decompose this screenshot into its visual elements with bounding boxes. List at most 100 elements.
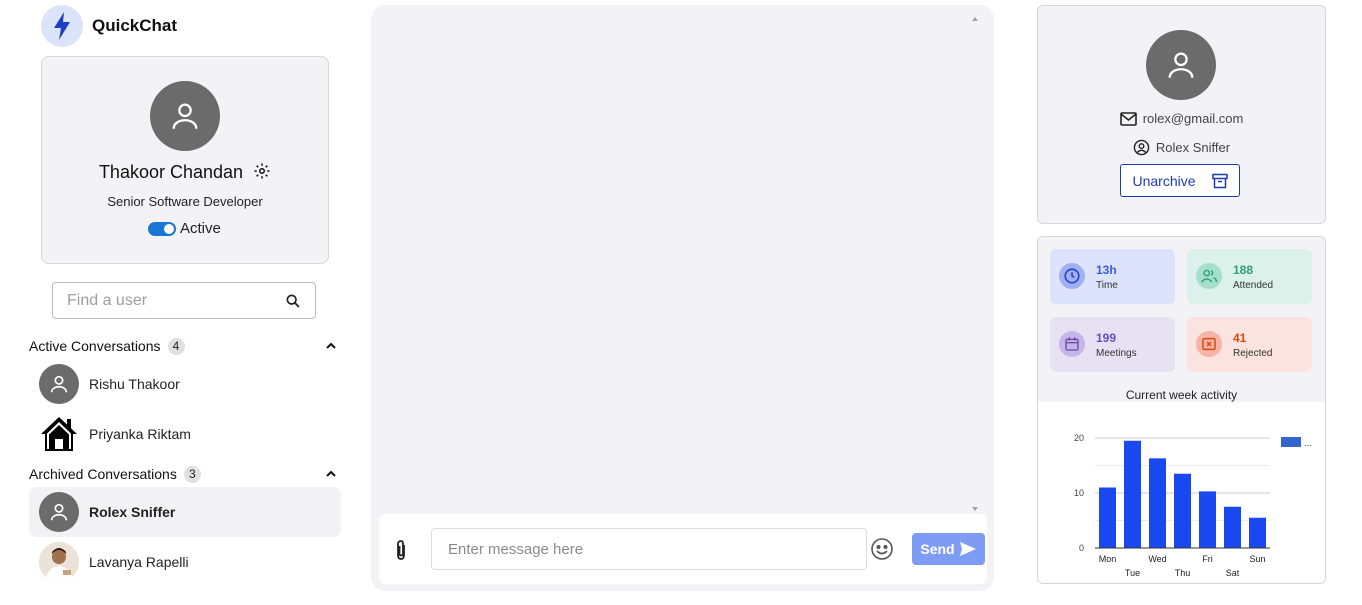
bar-sat (1224, 506, 1241, 548)
stats-card: 13h Time 188 Attended 199 Meetings 41 Re… (1037, 236, 1326, 584)
user-icon (50, 375, 68, 393)
conversation-item-selected[interactable]: Rolex Sniffer (29, 487, 341, 537)
stat-label: Time (1096, 280, 1118, 291)
house-icon (41, 417, 77, 451)
message-input[interactable] (448, 541, 848, 558)
chart-title: Current week activity (1125, 388, 1238, 402)
avatar-photo (39, 542, 79, 582)
avatar (39, 414, 79, 454)
stat-label: Attended (1233, 280, 1274, 291)
stat-value: 13h (1096, 263, 1117, 277)
activity-bar-chart: 0 10 20 Mon Tue Wed Thu Fri Sat Sun... (1074, 433, 1312, 578)
stat-meetings: 199 Meetings (1050, 317, 1175, 372)
email-row: rolex@gmail.com (1038, 111, 1325, 126)
user-icon (172, 103, 198, 129)
profile-name-row: Thakoor Chandan (42, 162, 328, 183)
send-icon (959, 542, 976, 556)
stat-label: Meetings (1096, 348, 1137, 359)
section-title: Active Conversations (29, 338, 161, 354)
scroll-down-icon[interactable] (970, 505, 980, 513)
profile-card: Thakoor Chandan Senior Software Develope… (41, 56, 329, 264)
legend-label: ... (1304, 438, 1312, 448)
chat-scrollbar[interactable] (970, 15, 980, 513)
x-tick-label: Thu (1175, 568, 1191, 578)
bar-fri (1199, 491, 1216, 548)
mail-icon (1119, 111, 1137, 126)
status-toggle[interactable] (148, 221, 176, 236)
contact-card: rolex@gmail.com Rolex Sniffer Unarchive (1037, 5, 1326, 224)
x-tick-label: Sat (1226, 568, 1240, 578)
status-label: Active (180, 220, 221, 237)
conversation-item[interactable]: Lavanya Rapelli (29, 537, 341, 587)
attachment-icon[interactable] (394, 539, 408, 561)
x-tick-label: Sun (1249, 554, 1265, 564)
stat-value: 199 (1096, 331, 1117, 345)
count-badge: 3 (183, 465, 201, 483)
avatar (39, 364, 79, 404)
avatar (39, 492, 79, 532)
bar-wed (1149, 458, 1166, 548)
message-composer: Send (379, 514, 987, 584)
message-input-box (431, 528, 867, 570)
app-logo (41, 5, 83, 47)
status-row: Active (148, 220, 221, 237)
count-badge: 4 (167, 337, 185, 355)
stat-attended: 188 Attended (1187, 249, 1312, 304)
gear-icon[interactable] (253, 162, 271, 180)
unarchive-label: Unarchive (1132, 172, 1196, 189)
bar-mon (1099, 487, 1116, 548)
conversation-item[interactable]: Rishu Thakoor (29, 359, 341, 409)
bar-tue (1124, 440, 1141, 548)
y-tick-label: 0 (1079, 543, 1084, 553)
x-tick-label: Wed (1148, 554, 1166, 564)
active-conversations-header[interactable]: Active Conversations 4 (29, 335, 341, 357)
chart-area: 0 10 20 Mon Tue Wed Thu Fri Sat Sun... (1038, 402, 1325, 583)
search-box (52, 282, 316, 319)
calendar-icon (1059, 331, 1085, 357)
y-tick-label: 10 (1074, 488, 1084, 498)
archived-conversations-header[interactable]: Archived Conversations 3 (29, 463, 341, 485)
profile-avatar (150, 81, 220, 151)
conversation-item[interactable]: Priyanka Riktam (29, 409, 341, 459)
users-icon (1196, 263, 1222, 289)
section-title: Archived Conversations (29, 466, 177, 482)
stat-value: 41 (1233, 331, 1247, 345)
scroll-up-icon[interactable] (970, 15, 980, 23)
contact-username: Rolex Sniffer (1155, 140, 1231, 155)
profile-name: Thakoor Chandan (98, 162, 244, 182)
archive-icon (1211, 173, 1228, 188)
app-name: QuickChat (92, 16, 178, 35)
contact-avatar (1146, 30, 1216, 100)
chevron-up-icon[interactable] (325, 340, 337, 352)
x-tick-label: Fri (1202, 554, 1213, 564)
conversation-name: Lavanya Rapelli (89, 554, 189, 570)
stat-label: Rejected (1233, 348, 1273, 359)
contact-email: rolex@gmail.com (1142, 111, 1244, 126)
user-icon (50, 503, 68, 521)
stat-value: 188 (1233, 263, 1254, 277)
lightning-icon (54, 12, 70, 40)
user-icon (1168, 52, 1194, 78)
conversation-name: Rishu Thakoor (89, 376, 180, 392)
x-tick-label: Tue (1125, 568, 1140, 578)
username-row: Rolex Sniffer (1038, 139, 1325, 156)
send-label: Send (920, 541, 955, 557)
y-tick-label: 20 (1074, 433, 1084, 443)
reject-icon (1196, 331, 1222, 357)
clock-icon (1059, 263, 1085, 289)
person-photo-icon (39, 542, 79, 582)
account-circle-icon (1133, 139, 1150, 156)
bar-thu (1174, 473, 1191, 548)
conversation-name: Rolex Sniffer (89, 504, 176, 520)
search-icon[interactable] (285, 293, 301, 309)
send-button[interactable]: Send (912, 533, 985, 565)
chat-panel: Send (371, 5, 994, 591)
x-tick-label: Mon (1099, 554, 1117, 564)
bar-sun (1249, 517, 1266, 548)
unarchive-button[interactable]: Unarchive (1120, 164, 1240, 197)
search-input[interactable] (67, 292, 267, 310)
stat-rejected: 41 Rejected (1187, 317, 1312, 372)
legend-swatch (1281, 437, 1301, 447)
chevron-up-icon[interactable] (325, 468, 337, 480)
emoji-icon[interactable] (870, 537, 894, 561)
